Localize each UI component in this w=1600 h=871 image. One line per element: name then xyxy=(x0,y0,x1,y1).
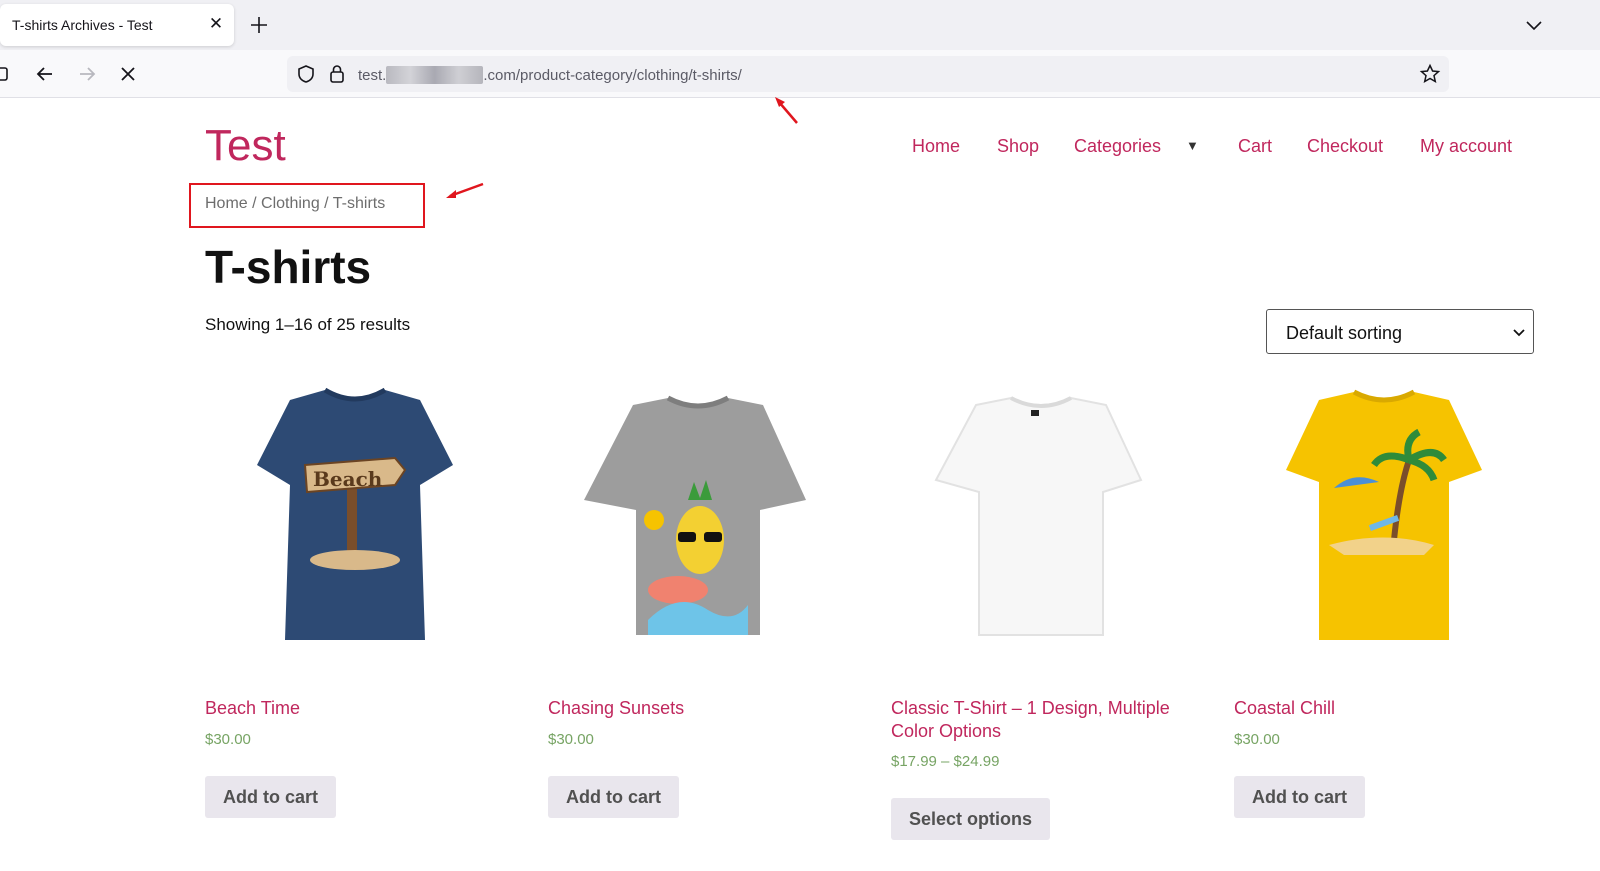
product-price: $30.00 xyxy=(548,731,594,748)
product-image[interactable] xyxy=(1234,370,1534,670)
browser-toolbar: test. .com/product-category/clothing/t-sh… xyxy=(0,50,1600,98)
menu-item-checkout[interactable]: Checkout xyxy=(1307,136,1383,157)
result-count: Showing 1–16 of 25 results xyxy=(205,315,411,334)
sorting-selected-value: Default sorting xyxy=(1286,323,1403,343)
product-name[interactable]: Chasing Sunsets xyxy=(548,697,848,720)
sidebar-icon[interactable] xyxy=(0,62,14,86)
tab-title: T-shirts Archives - Test xyxy=(12,17,153,33)
add-to-cart-button[interactable]: Add to cart xyxy=(1234,776,1366,818)
shield-icon[interactable] xyxy=(295,63,317,85)
product-name[interactable]: Beach Time xyxy=(205,697,505,720)
svg-text:Beach: Beach xyxy=(313,467,383,491)
menu-item-cart[interactable]: Cart xyxy=(1238,136,1272,157)
new-tab-icon[interactable] xyxy=(248,14,270,36)
select-options-button[interactable]: Select options xyxy=(891,798,1051,840)
sorting-select[interactable]: Default sorting xyxy=(1266,309,1534,354)
product-image[interactable] xyxy=(891,370,1191,670)
annotation-arrow-icon xyxy=(775,97,798,124)
page-title: T-shirts xyxy=(205,241,372,293)
menu-item-my-account[interactable]: My account xyxy=(1420,136,1512,157)
menu-item-shop[interactable]: Shop xyxy=(997,136,1039,157)
add-to-cart-button[interactable]: Add to cart xyxy=(548,776,680,818)
url-prefix: test. xyxy=(358,67,387,84)
url-redacted xyxy=(386,66,484,84)
forward-icon xyxy=(80,67,96,81)
browser-tab-bar: T-shirts Archives - Test ✕ xyxy=(0,0,1600,50)
bookmark-star-icon[interactable] xyxy=(1419,63,1441,85)
dropdown-caret-icon[interactable]: ▼ xyxy=(1186,138,1199,153)
add-to-cart-button[interactable]: Add to cart xyxy=(205,776,337,818)
browser-tab[interactable]: T-shirts Archives - Test ✕ xyxy=(0,4,234,46)
address-bar[interactable]: test. .com/product-category/clothing/t-sh… xyxy=(287,56,1449,92)
tab-list-chevron-icon[interactable] xyxy=(1522,14,1546,36)
site-title[interactable]: Test xyxy=(205,121,286,171)
product-price: $17.99 – $24.99 xyxy=(891,753,1000,770)
product-name[interactable]: Classic T-Shirt – 1 Design, Multiple Col… xyxy=(891,697,1191,743)
close-tab-icon[interactable]: ✕ xyxy=(206,14,226,34)
menu-item-categories[interactable]: Categories xyxy=(1074,136,1161,157)
back-icon[interactable] xyxy=(33,62,57,86)
stop-loading-icon[interactable] xyxy=(116,62,140,86)
product-image[interactable] xyxy=(548,370,848,670)
product-price: $30.00 xyxy=(205,731,251,748)
annotation-highlight-box xyxy=(189,183,425,228)
menu-item-home[interactable]: Home xyxy=(912,136,960,157)
product-name[interactable]: Coastal Chill xyxy=(1234,697,1534,720)
url-suffix: .com/product-category/clothing/t-shirts/ xyxy=(483,67,742,84)
annotation-arrow-icon xyxy=(446,182,484,198)
lock-icon[interactable] xyxy=(327,63,347,85)
product-image[interactable]: Beach xyxy=(205,370,505,670)
chevron-down-icon xyxy=(1513,329,1525,337)
product-price: $30.00 xyxy=(1234,731,1280,748)
url-text[interactable]: test. .com/product-category/clothing/t-sh… xyxy=(358,66,742,84)
